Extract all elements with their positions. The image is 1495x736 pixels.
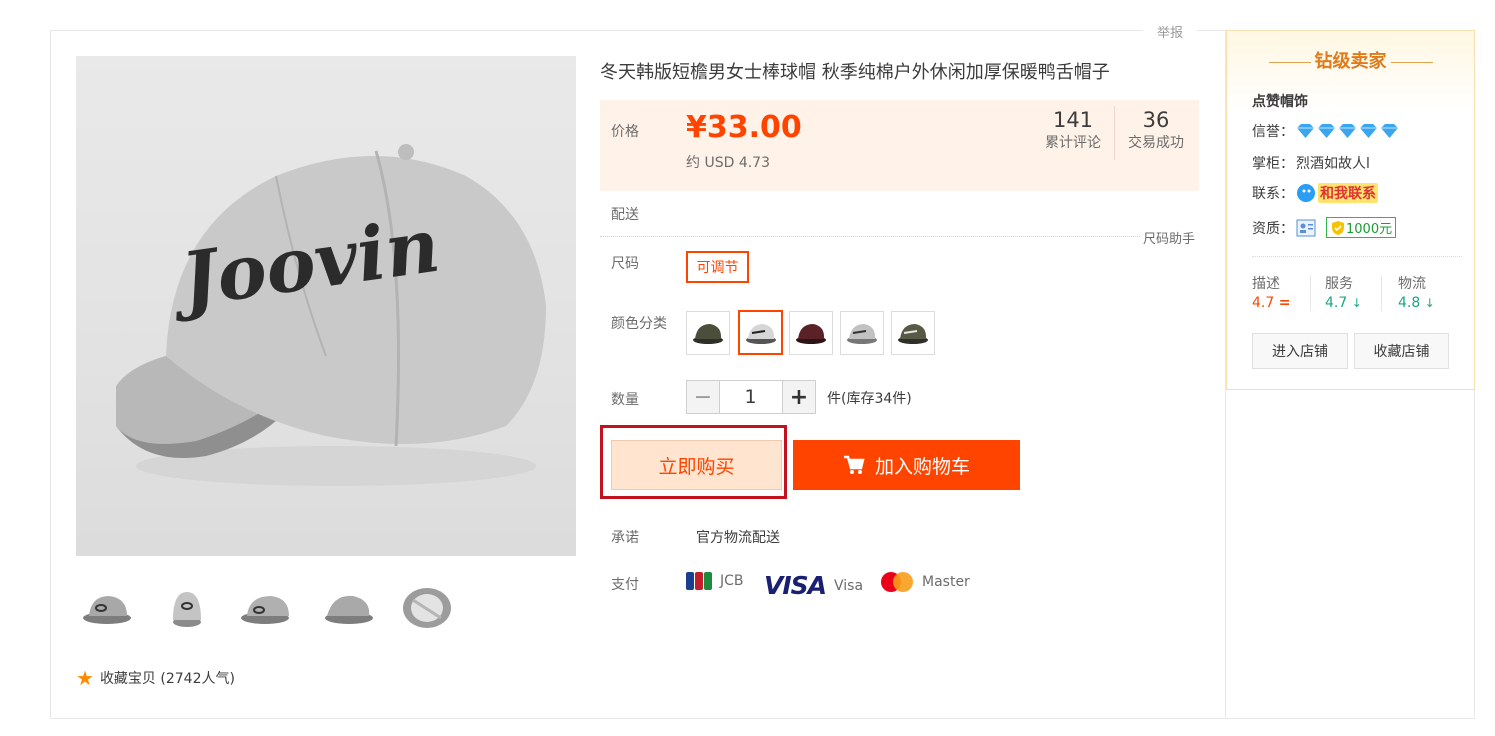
badge-label: 钻级卖家 (1314, 51, 1387, 72)
mastercard-logo-icon (881, 572, 913, 592)
payment-label: 支付 (611, 577, 639, 593)
contact-row: 联系： 和我联系 (1252, 183, 1378, 203)
stat-divider (1114, 106, 1115, 160)
score-description-label: 描述 (1252, 276, 1280, 292)
reviews-label: 累计评论 (1045, 135, 1101, 151)
shop-name[interactable]: 点赞帽饰 (1252, 91, 1308, 111)
size-label: 尺码 (611, 256, 639, 272)
badge-line-right (1390, 61, 1433, 63)
favorite-shop-button[interactable]: 收藏店铺 (1354, 333, 1449, 369)
contact-label: 联系： (1252, 186, 1294, 202)
score-description-number: 4.7 (1252, 295, 1275, 311)
score-divider-1 (1310, 275, 1311, 311)
visa-logo-icon: VISA (764, 571, 827, 600)
stock-text: 件(库存34件) (827, 391, 912, 407)
qualification-label: 资质： (1252, 220, 1294, 237)
jcb-label: JCB (720, 573, 744, 589)
payment-master: Master (880, 571, 970, 593)
add-to-cart-button[interactable]: 加入购物车 (793, 440, 1020, 490)
visa-label: Visa (834, 577, 864, 594)
arrow-down-icon: ↓ (1424, 296, 1435, 310)
score-logistics-label: 物流 (1398, 276, 1426, 292)
score-logistics-number: 4.8 (1398, 295, 1421, 311)
score-service: 服务 4.7 ↓ (1325, 273, 1362, 311)
credit-row: 信誉： (1252, 121, 1399, 141)
score-service-value: 4.7 ↓ (1325, 295, 1362, 311)
score-service-number: 4.7 (1325, 295, 1348, 311)
size-helper-link[interactable]: 尺码助手 (1141, 228, 1196, 247)
master-label: Master (922, 574, 970, 590)
product-title: 冬天韩版短檐男女士棒球帽 秋季纯棉户外休闲加厚保暖鸭舌帽子 (600, 62, 1110, 83)
deals-stat: 36 交易成功 (1124, 108, 1188, 152)
score-description-value: 4.7 = (1252, 295, 1290, 311)
thumbnail-4[interactable] (316, 580, 378, 636)
arrow-down-icon: ↓ (1351, 296, 1362, 310)
price-label: 价格 (611, 124, 639, 140)
thumbnail-1[interactable] (76, 580, 138, 636)
badge-line-left (1268, 61, 1311, 63)
report-link[interactable]: 举报 (1143, 22, 1198, 41)
quantity-input[interactable]: 1 (719, 380, 782, 414)
score-service-label: 服务 (1325, 276, 1353, 292)
star-icon: ★ (76, 666, 94, 690)
keeper-label: 掌柜： (1252, 156, 1294, 172)
contact-seller-button[interactable]: 和我联系 (1318, 183, 1378, 203)
deals-label: 交易成功 (1128, 135, 1184, 151)
seller-badge: 钻级卖家 (1227, 47, 1474, 73)
quantity-increase-button[interactable]: + (782, 380, 816, 414)
qualification-row: 资质： 1000元 (1252, 217, 1397, 238)
seller-separator (1252, 256, 1462, 257)
thumbnail-3[interactable] (236, 580, 298, 636)
seller-panel: 钻级卖家 点赞帽饰 信誉： 掌柜： 烈酒如故人l 联系： 和我联系 资质： 10… (1226, 30, 1475, 390)
usd-price: 约 USD 4.73 (686, 155, 770, 171)
thumbnail-5[interactable] (396, 580, 458, 636)
score-logistics: 物流 4.8 ↓ (1398, 273, 1435, 311)
color-swatch-5[interactable] (891, 311, 935, 355)
color-swatch-2-selected[interactable] (738, 310, 783, 355)
keeper-name[interactable]: 烈酒如故人l (1296, 153, 1370, 173)
price-value: ¥33.00 (686, 110, 802, 145)
equal-icon: = (1278, 295, 1291, 311)
score-description: 描述 4.7 = (1252, 273, 1290, 311)
score-divider-2 (1381, 275, 1382, 311)
buy-now-button[interactable]: 立即购买 (611, 440, 782, 490)
color-swatch-1[interactable] (686, 311, 730, 355)
size-option-adjustable[interactable]: 可调节 (686, 251, 749, 283)
main-product-image[interactable]: Joovin (76, 56, 576, 556)
keeper-row: 掌柜： 烈酒如故人l (1252, 153, 1370, 173)
promise-text: 官方物流配送 (696, 530, 780, 546)
diamond-icons[interactable] (1296, 123, 1399, 139)
add-to-cart-label: 加入购物车 (874, 455, 970, 478)
quantity-label: 数量 (611, 392, 639, 408)
delivery-label: 配送 (611, 207, 639, 223)
reviews-count: 141 (1052, 108, 1094, 132)
favorite-label: 收藏宝贝 (2742人气) (99, 671, 235, 687)
favorite-item-button[interactable]: ★ 收藏宝贝 (2742人气) (76, 668, 235, 688)
deals-count: 36 (1142, 108, 1170, 132)
thumbnail-strip (76, 580, 458, 636)
score-logistics-value: 4.8 ↓ (1398, 295, 1435, 311)
deposit-badge[interactable]: 1000元 (1326, 217, 1397, 238)
thumbnail-2[interactable] (156, 580, 218, 636)
enter-shop-button[interactable]: 进入店铺 (1252, 333, 1348, 369)
id-card-icon[interactable] (1296, 219, 1316, 237)
reviews-stat[interactable]: 141 累计评论 (1041, 108, 1105, 152)
color-swatch-4[interactable] (840, 311, 884, 355)
payment-jcb: JCB (686, 571, 744, 591)
wangwang-icon (1297, 184, 1315, 202)
color-label: 颜色分类 (611, 316, 667, 332)
dotted-divider (600, 236, 1190, 237)
promise-label: 承诺 (611, 530, 639, 546)
jcb-logo-icon (686, 572, 712, 590)
credit-label: 信誉： (1252, 124, 1294, 140)
cap-illustration: Joovin (116, 144, 546, 486)
payment-visa: VISA Visa (764, 571, 863, 600)
quantity-decrease-button[interactable]: − (686, 380, 720, 414)
deposit-amount: 1000元 (1346, 222, 1393, 237)
shield-icon (1332, 220, 1344, 235)
color-swatch-3[interactable] (789, 311, 833, 355)
cart-icon (843, 455, 865, 474)
